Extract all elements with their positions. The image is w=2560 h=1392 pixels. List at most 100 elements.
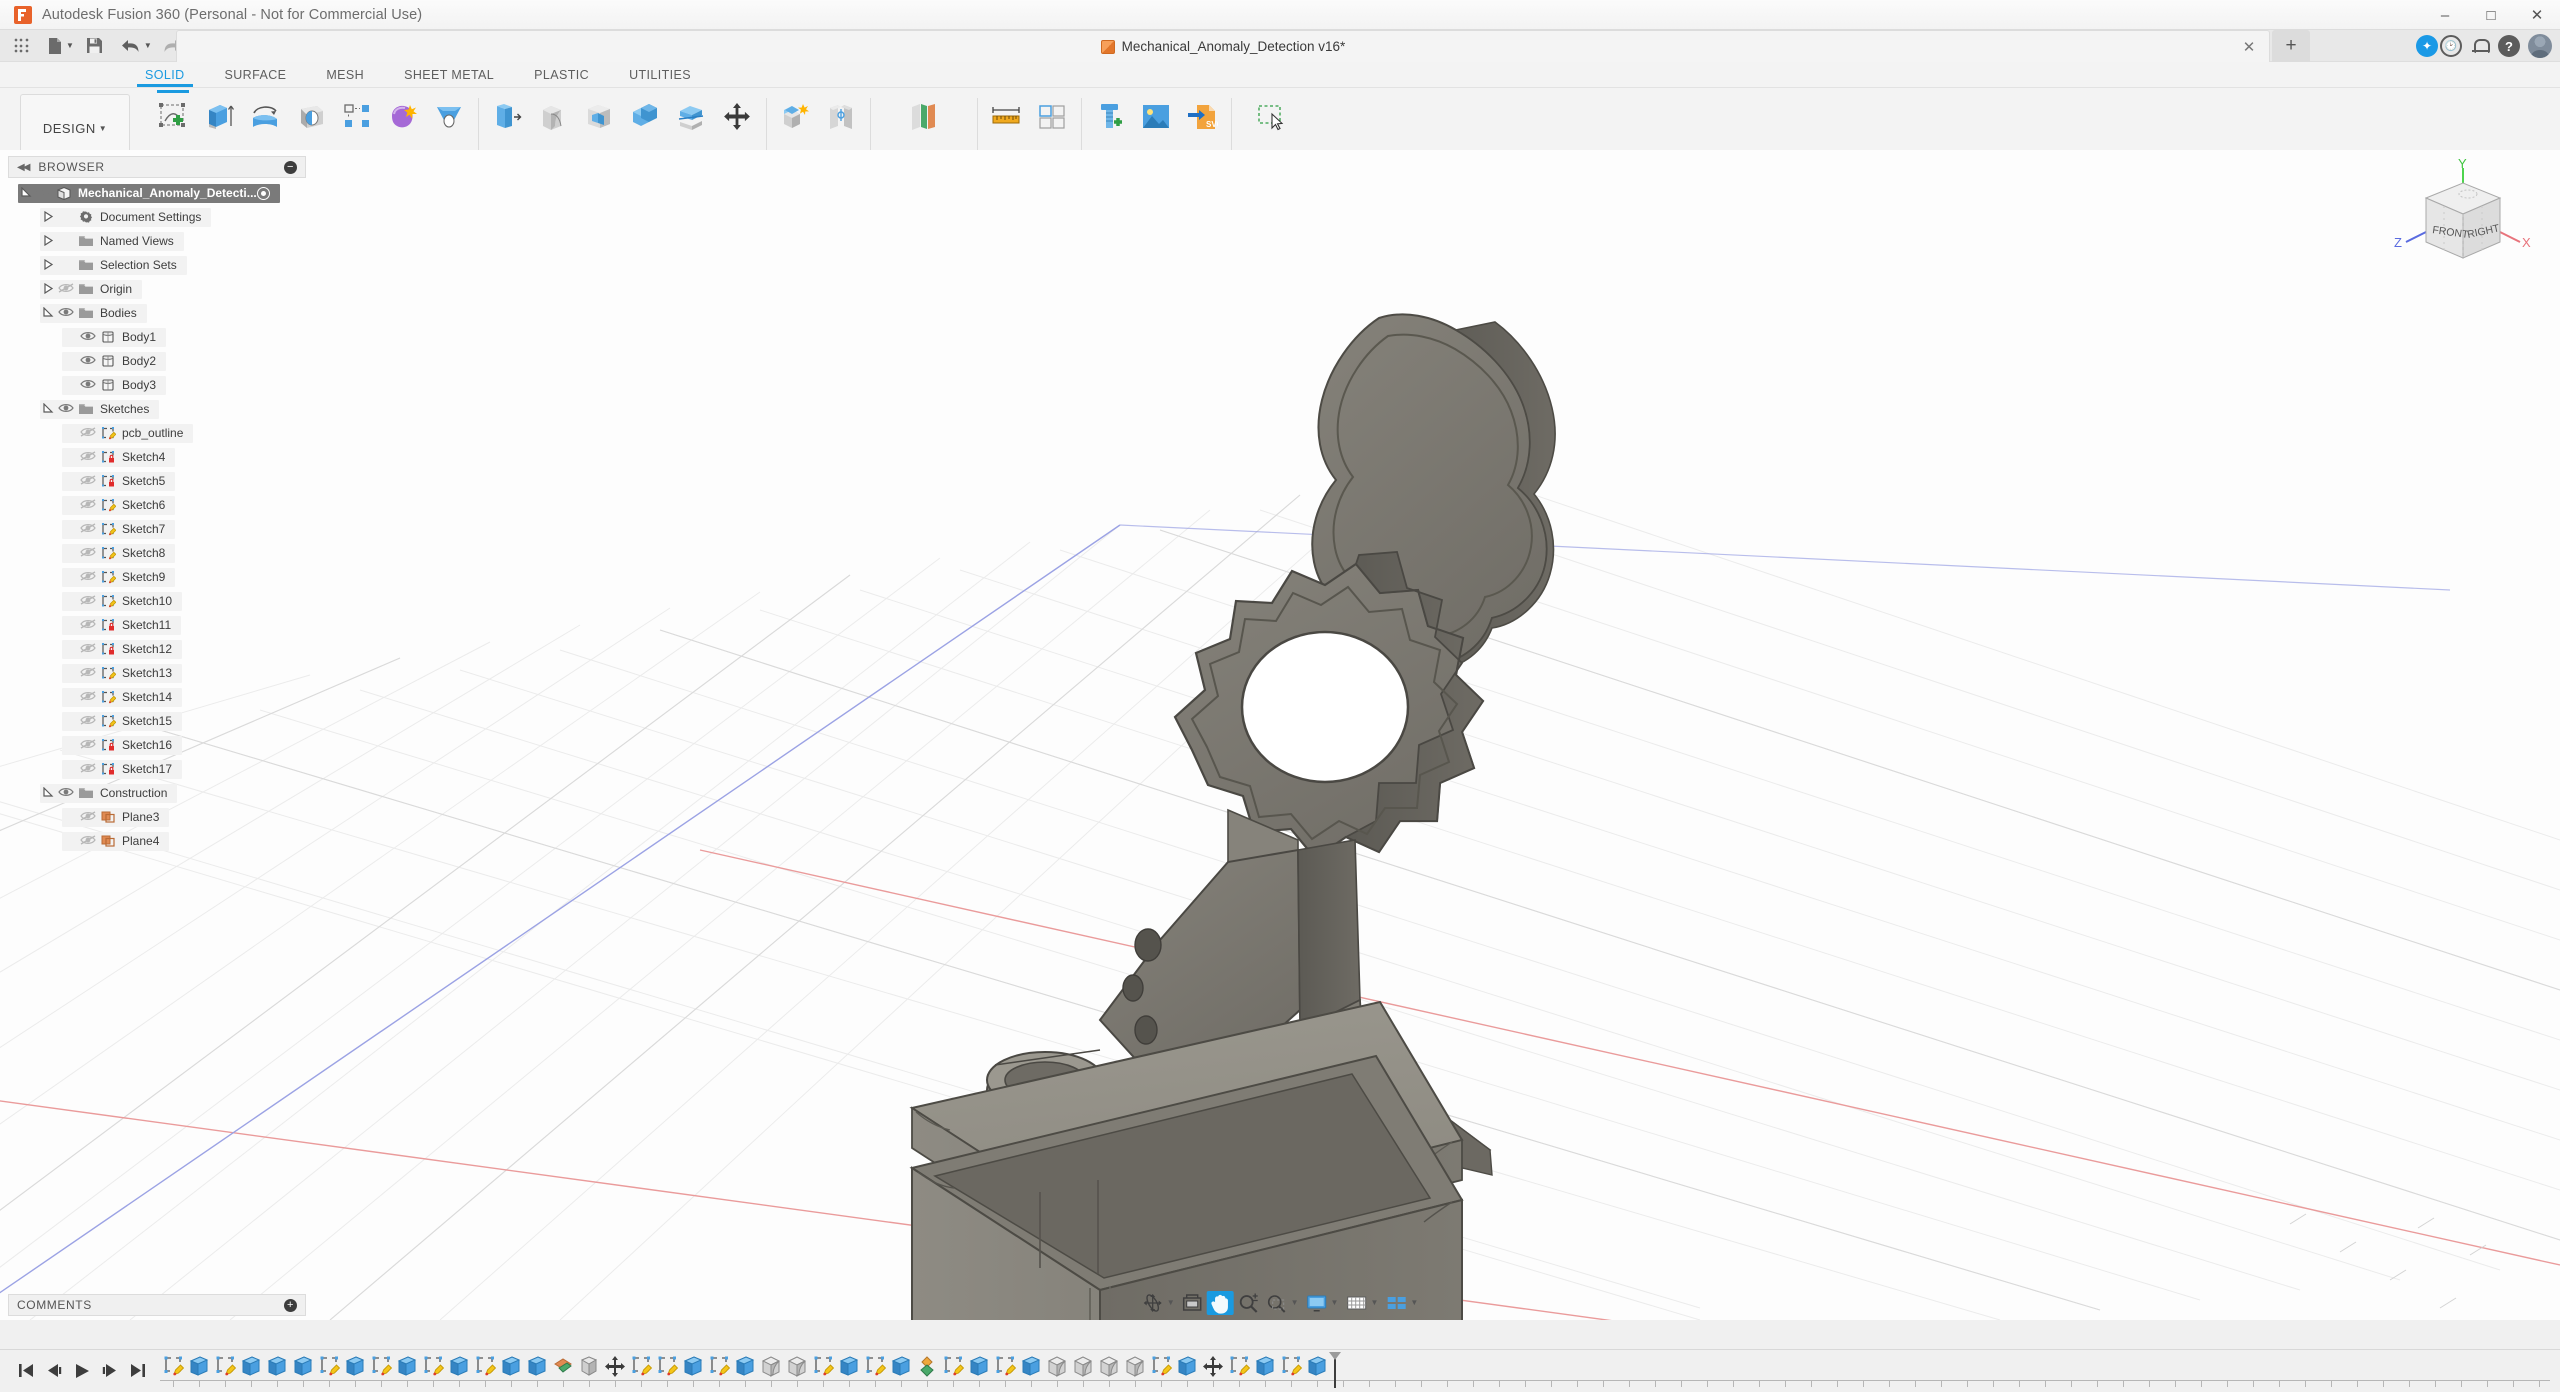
select-window-button[interactable] <box>1251 97 1291 137</box>
tree-node-row[interactable]: Body2 <box>62 352 166 371</box>
tree-node-row[interactable]: pcb_outline <box>62 424 193 443</box>
tree-node-sketches[interactable]: Sketches <box>8 397 306 421</box>
measure-button[interactable] <box>986 97 1026 137</box>
timeline-feature-move[interactable] <box>602 1353 628 1379</box>
timeline-feature-extrude[interactable] <box>264 1353 290 1379</box>
timeline-feature-fillet[interactable] <box>1122 1353 1148 1379</box>
timeline-feature-extrude[interactable] <box>1304 1353 1330 1379</box>
timeline-feature-fillet[interactable] <box>784 1353 810 1379</box>
tree-node-pcb-outline[interactable]: pcb_outline <box>8 421 306 445</box>
tree-node-body1[interactable]: Body1 <box>8 325 306 349</box>
plus-circle-icon[interactable]: + <box>284 1299 297 1312</box>
split-body-button[interactable] <box>671 97 711 137</box>
twisty-closed-icon[interactable] <box>40 211 56 224</box>
shell-button[interactable] <box>579 97 619 137</box>
extension-badge-icon[interactable]: ✦ <box>2416 35 2438 57</box>
question-mark-icon[interactable]: ? <box>2498 35 2520 57</box>
timeline-feature-move[interactable] <box>1200 1353 1226 1379</box>
twisty-closed-icon[interactable] <box>40 283 56 296</box>
timeline-feature-sketch[interactable] <box>862 1353 888 1379</box>
tree-node-row[interactable]: Bodies <box>40 304 147 323</box>
app-grid-button[interactable] <box>6 32 36 60</box>
move-copy-button[interactable] <box>717 97 757 137</box>
twisty-closed-icon[interactable] <box>40 235 56 248</box>
section-analysis-button[interactable] <box>1032 97 1072 137</box>
minus-circle-icon[interactable]: − <box>284 161 297 174</box>
tree-node-sketch8[interactable]: Sketch8 <box>8 541 306 565</box>
save-button[interactable] <box>80 32 110 60</box>
tree-node-named-views[interactable]: Named Views <box>8 229 306 253</box>
loft-button[interactable] <box>429 97 469 137</box>
timeline-feature-sketch[interactable] <box>472 1353 498 1379</box>
revolve-button[interactable] <box>245 97 285 137</box>
eye-hidden-icon[interactable] <box>78 618 98 632</box>
tree-node-sketch4[interactable]: Sketch4 <box>8 445 306 469</box>
display-settings-button[interactable]: ▼ <box>1303 1291 1342 1315</box>
timeline-feature-sketch[interactable] <box>810 1353 836 1379</box>
timeline-feature-extrude[interactable] <box>498 1353 524 1379</box>
tree-node-row[interactable]: Sketch9 <box>62 568 175 587</box>
tree-node-row[interactable]: Sketch5 <box>62 472 175 491</box>
timeline-feature-extrude[interactable] <box>888 1353 914 1379</box>
tab-surface[interactable]: SURFACE <box>205 68 307 87</box>
tab-utilities[interactable]: UTILITIES <box>609 68 711 87</box>
timeline-go-start[interactable] <box>18 1363 34 1378</box>
orbit-button[interactable]: ▼ <box>1139 1291 1178 1315</box>
tree-node-row[interactable]: Sketch11 <box>62 616 181 635</box>
timeline-feature-sketch[interactable] <box>1148 1353 1174 1379</box>
extrude-button[interactable] <box>199 97 239 137</box>
timeline-feature-presspull[interactable] <box>576 1353 602 1379</box>
tree-node-row[interactable]: Sketch14 <box>62 688 182 707</box>
timeline-feature-fillet[interactable] <box>1044 1353 1070 1379</box>
tree-node-plane3[interactable]: Plane3 <box>8 805 306 829</box>
pan-button[interactable] <box>1207 1291 1234 1315</box>
tree-node-row[interactable]: Sketch17 <box>62 760 182 779</box>
eye-hidden-icon[interactable] <box>78 834 98 848</box>
eye-visible-icon[interactable] <box>78 354 98 368</box>
twisty-closed-icon[interactable] <box>40 259 56 272</box>
tree-node-row[interactable]: Sketch6 <box>62 496 175 515</box>
joint-button[interactable] <box>821 97 861 137</box>
eye-hidden-icon[interactable] <box>78 690 98 704</box>
canvas-image-button[interactable] <box>1136 97 1176 137</box>
tree-node-row[interactable]: Body3 <box>62 376 166 395</box>
timeline-feature-sketch[interactable] <box>992 1353 1018 1379</box>
minimize-button[interactable]: – <box>2422 0 2468 30</box>
timeline-feature-extrude[interactable] <box>1252 1353 1278 1379</box>
eye-visible-icon[interactable] <box>78 330 98 344</box>
timeline-feature-extrude[interactable] <box>680 1353 706 1379</box>
timeline-feature-extrude[interactable] <box>290 1353 316 1379</box>
new-tab-button[interactable]: + <box>2272 30 2310 62</box>
timeline-feature-sketch[interactable] <box>160 1353 186 1379</box>
eye-hidden-icon[interactable] <box>78 570 98 584</box>
tree-node-sketch5[interactable]: Sketch5 <box>8 469 306 493</box>
tree-node-row[interactable]: Plane3 <box>62 808 169 827</box>
tree-node-row[interactable]: Plane4 <box>62 832 169 851</box>
eye-hidden-icon[interactable] <box>78 762 98 776</box>
close-icon[interactable]: ✕ <box>2239 37 2259 57</box>
twisty-open-icon[interactable] <box>40 307 56 320</box>
timeline-feature-extrude[interactable] <box>394 1353 420 1379</box>
tree-node-row[interactable]: Sketch10 <box>62 592 182 611</box>
eye-visible-icon[interactable] <box>78 378 98 392</box>
tree-node-row[interactable]: Document Settings <box>40 208 211 227</box>
new-component-button[interactable] <box>775 97 815 137</box>
timeline-feature-extrude[interactable] <box>186 1353 212 1379</box>
timeline-feature-extrude[interactable] <box>966 1353 992 1379</box>
insert-mcmaster-button[interactable] <box>1090 97 1130 137</box>
grid-snaps-button[interactable]: ▼ <box>1342 1291 1381 1315</box>
tree-node-body2[interactable]: Body2 <box>8 349 306 373</box>
eye-hidden-icon[interactable] <box>78 546 98 560</box>
timeline-feature-fillet[interactable] <box>1096 1353 1122 1379</box>
timeline-feature-sketch[interactable] <box>212 1353 238 1379</box>
tree-node-row[interactable]: Sketch13 <box>62 664 182 683</box>
tree-node-row[interactable]: Sketch4 <box>62 448 175 467</box>
timeline-feature-sketch[interactable] <box>420 1353 446 1379</box>
tree-node-row[interactable]: Sketch15 <box>62 712 182 731</box>
notifications-button[interactable] <box>2465 32 2495 60</box>
fit-button[interactable]: ▼ <box>1263 1291 1302 1315</box>
tree-node-row[interactable]: Selection Sets <box>40 256 187 275</box>
eye-hidden-icon[interactable] <box>78 450 98 464</box>
combine-button[interactable] <box>625 97 665 137</box>
sweep-button[interactable] <box>291 97 331 137</box>
